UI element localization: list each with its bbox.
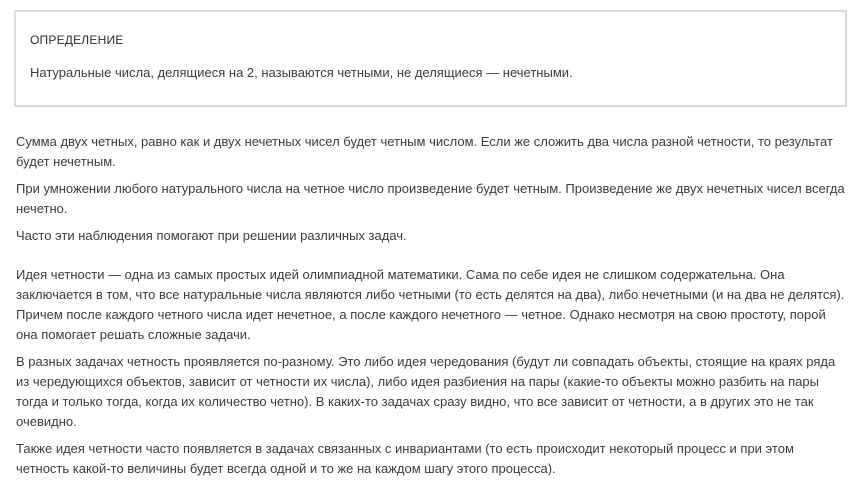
definition-box: ОПРЕДЕЛЕНИЕ Натуральные числа, делящиеся… [14,10,847,107]
paragraph-invariants: Также идея четности часто появляется в з… [16,441,794,476]
paragraph-sum-parity: Сумма двух четных, равно как и двух нече… [16,134,833,169]
definition-title: ОПРЕДЕЛЕНИЕ [30,33,124,47]
paragraph-product-parity: При умножении любого натурального числа … [16,181,845,216]
paragraph-parity-idea: Идея четности — одна из самых простых ид… [16,267,845,342]
article-body: Сумма двух четных, равно как и двух нече… [16,132,848,479]
paragraph-parity-variants: В разных задачах четность проявляется по… [16,354,836,429]
definition-text: Натуральные числа, делящиеся на 2, назыв… [30,65,573,80]
paragraph-observations: Часто эти наблюдения помогают при решени… [16,228,407,243]
